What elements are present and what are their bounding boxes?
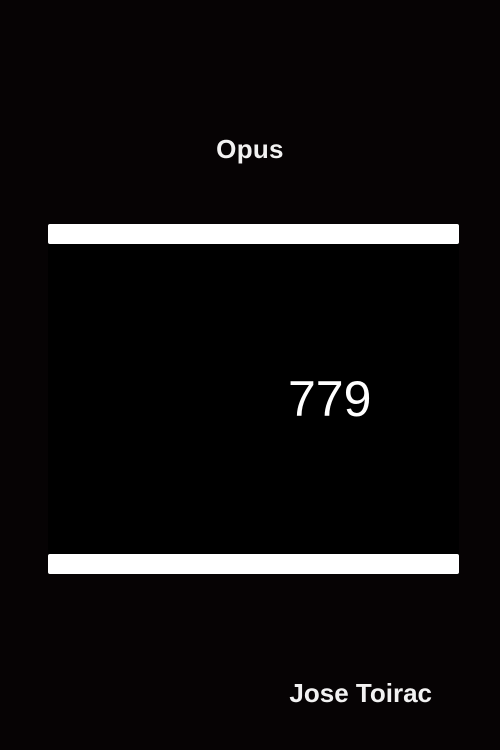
- cover-title: Opus: [216, 134, 284, 164]
- top-white-bar: [48, 224, 459, 244]
- bottom-white-bar: [48, 554, 459, 574]
- cover-number: 779: [288, 371, 372, 427]
- cover-author: Jose Toirac: [289, 678, 432, 708]
- book-cover: Opus 779 Jose Toirac: [0, 0, 500, 750]
- cover-frame: 779: [48, 224, 459, 574]
